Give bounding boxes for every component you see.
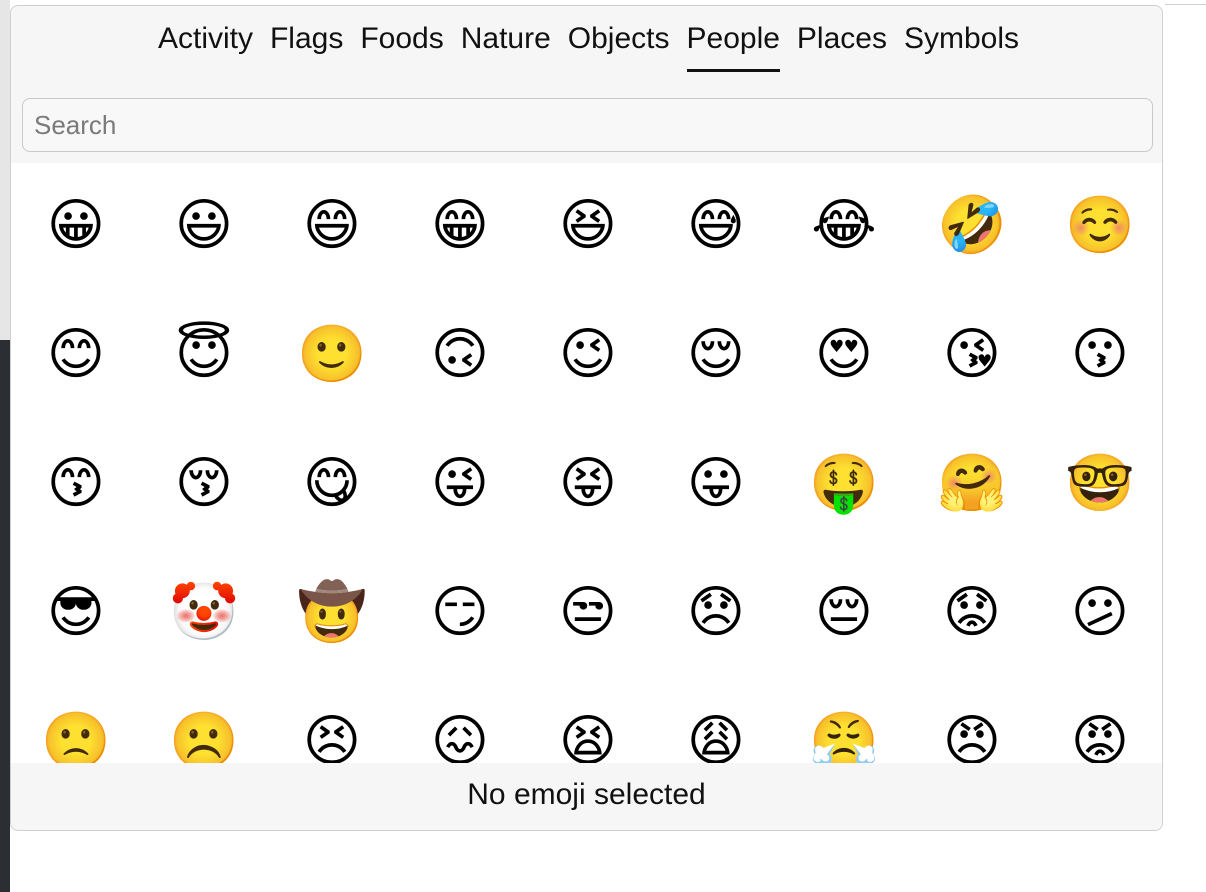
emoji-face-tears-of-joy[interactable]: 😂 bbox=[794, 176, 894, 276]
emoji-kissing-face-closed-eyes[interactable]: 😚 bbox=[154, 434, 254, 534]
emoji-smirking-face[interactable]: 😏 bbox=[410, 563, 510, 663]
category-tabs: Activity Flags Foods Nature Objects Peop… bbox=[11, 6, 1162, 84]
emoji-upside-down-face[interactable]: 🙃 bbox=[410, 305, 510, 405]
emoji-angry-face[interactable]: 😠 bbox=[922, 692, 1022, 764]
emoji-disappointed-face[interactable]: 😞 bbox=[666, 563, 766, 663]
emoji-winking-face[interactable]: 😉 bbox=[538, 305, 638, 405]
emoji-squinting-face-tongue[interactable]: 😝 bbox=[538, 434, 638, 534]
emoji-beaming-face[interactable]: 😁 bbox=[410, 176, 510, 276]
emoji-confounded-face[interactable]: 😖 bbox=[410, 692, 510, 764]
emoji-grid-scroll-area[interactable]: 😀 😃 😄 😁 😆 😅 😂 🤣 ☺️ 😊 😇 🙂 🙃 😉 😌 😍 😘 😗 😙 😚 😋 😜 😝 😛 🤑 🤗 🤓 😎 🤡 🤠 😏 😒 😞 😔 😟 😕 🙁 ☹️… bbox=[11, 163, 1162, 763]
background-window-panel bbox=[0, 0, 10, 340]
tab-people[interactable]: People bbox=[686, 6, 781, 76]
emoji-heart-eyes-face[interactable]: 😍 bbox=[794, 305, 894, 405]
background-editor-panel bbox=[0, 340, 10, 892]
emoji-kissing-face-smiling-eyes[interactable]: 😙 bbox=[26, 434, 126, 534]
search-input[interactable] bbox=[22, 98, 1153, 152]
selection-status-bar: No emoji selected bbox=[11, 763, 1162, 830]
emoji-tired-face[interactable]: 😫 bbox=[538, 692, 638, 764]
background-window-edge bbox=[0, 0, 10, 892]
emoji-slightly-frowning-face[interactable]: 🙁 bbox=[26, 692, 126, 764]
emoji-slightly-smiling-face[interactable]: 🙂 bbox=[282, 305, 382, 405]
emoji-grinning-face-sweat[interactable]: 😅 bbox=[666, 176, 766, 276]
emoji-cowboy-hat-face[interactable]: 🤠 bbox=[282, 563, 382, 663]
emoji-money-mouth-face[interactable]: 🤑 bbox=[794, 434, 894, 534]
emoji-confused-face[interactable]: 😕 bbox=[1050, 563, 1150, 663]
emoji-grinning-face[interactable]: 😀 bbox=[26, 176, 126, 276]
emoji-pensive-face[interactable]: 😔 bbox=[794, 563, 894, 663]
tab-activity[interactable]: Activity bbox=[158, 6, 253, 76]
emoji-relieved-face[interactable]: 😌 bbox=[666, 305, 766, 405]
tab-flags[interactable]: Flags bbox=[270, 6, 343, 76]
emoji-face-blowing-kiss[interactable]: 😘 bbox=[922, 305, 1022, 405]
emoji-smiling-face-smiling-eyes[interactable]: 😊 bbox=[26, 305, 126, 405]
emoji-nerd-face[interactable]: 🤓 bbox=[1050, 434, 1150, 534]
emoji-grinning-squinting-face[interactable]: 😆 bbox=[538, 176, 638, 276]
emoji-weary-face[interactable]: 😩 bbox=[666, 692, 766, 764]
emoji-pouting-face[interactable]: 😡 bbox=[1050, 692, 1150, 764]
emoji-smiling-face[interactable]: ☺️ bbox=[1050, 176, 1150, 276]
tab-foods[interactable]: Foods bbox=[360, 6, 443, 76]
emoji-hugging-face[interactable]: 🤗 bbox=[922, 434, 1022, 534]
emoji-face-with-tongue[interactable]: 😛 bbox=[666, 434, 766, 534]
emoji-kissing-face[interactable]: 😗 bbox=[1050, 305, 1150, 405]
emoji-unamused-face[interactable]: 😒 bbox=[538, 563, 638, 663]
selection-status-text: No emoji selected bbox=[467, 777, 706, 811]
emoji-winking-face-tongue[interactable]: 😜 bbox=[410, 434, 510, 534]
tab-places[interactable]: Places bbox=[797, 6, 887, 76]
emoji-worried-face[interactable]: 😟 bbox=[922, 563, 1022, 663]
tab-symbols[interactable]: Symbols bbox=[904, 6, 1019, 76]
emoji-rolling-on-floor-laughing[interactable]: 🤣 bbox=[922, 176, 1022, 276]
emoji-picker: Activity Flags Foods Nature Objects Peop… bbox=[10, 5, 1163, 831]
tab-nature[interactable]: Nature bbox=[461, 6, 551, 76]
emoji-smiling-face-halo[interactable]: 😇 bbox=[154, 305, 254, 405]
emoji-clown-face[interactable]: 🤡 bbox=[154, 563, 254, 663]
tab-objects[interactable]: Objects bbox=[568, 6, 670, 76]
emoji-face-savoring-food[interactable]: 😋 bbox=[282, 434, 382, 534]
emoji-persevering-face[interactable]: 😣 bbox=[282, 692, 382, 764]
search-container bbox=[22, 98, 1153, 152]
emoji-grinning-face-smiling-eyes[interactable]: 😄 bbox=[282, 176, 382, 276]
emoji-frowning-face[interactable]: ☹️ bbox=[154, 692, 254, 764]
emoji-smiling-face-sunglasses[interactable]: 😎 bbox=[26, 563, 126, 663]
background-divider bbox=[1165, 4, 1206, 5]
emoji-grinning-face-big-eyes[interactable]: 😃 bbox=[154, 176, 254, 276]
emoji-face-steam-from-nose[interactable]: 😤 bbox=[794, 692, 894, 764]
